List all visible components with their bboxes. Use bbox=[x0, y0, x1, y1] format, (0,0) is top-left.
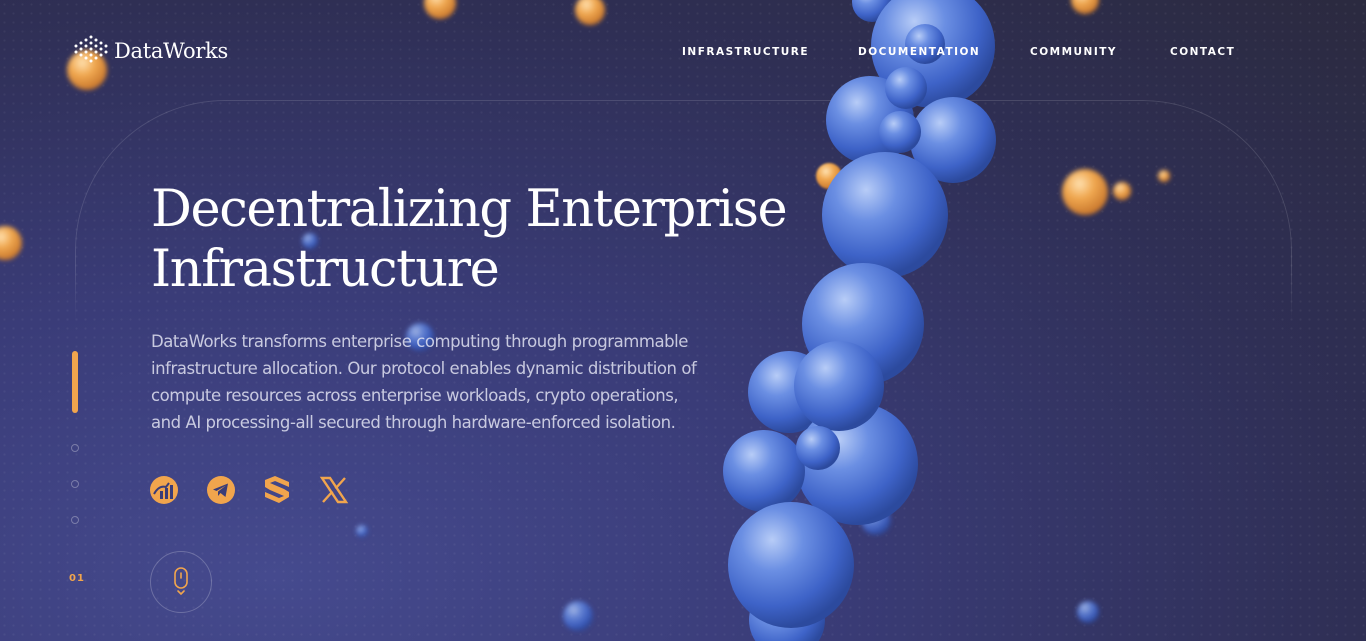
x-icon[interactable] bbox=[319, 475, 349, 505]
sphere-artwork bbox=[0, 0, 1170, 641]
scroll-down-button[interactable] bbox=[150, 551, 212, 613]
nav-item-documentation[interactable]: DOCUMENTATION bbox=[858, 46, 980, 58]
exchange-logo-icon[interactable] bbox=[262, 475, 292, 505]
nav-item-community[interactable]: COMMUNITY bbox=[1030, 46, 1117, 58]
pager-dot[interactable] bbox=[71, 480, 79, 488]
hero-title-line1: Decentralizing Enterprise bbox=[151, 180, 788, 239]
telegram-icon[interactable] bbox=[206, 475, 236, 505]
hero-title: Decentralizing Enterprise Infrastructure bbox=[151, 180, 831, 300]
pager-current-number: 01 bbox=[69, 573, 85, 584]
pager-dot[interactable] bbox=[71, 444, 79, 452]
mouse-scroll-icon bbox=[174, 567, 188, 596]
slide-progress-bar bbox=[72, 351, 78, 413]
main-nav: INFRASTRUCTURE DOCUMENTATION COMMUNITY C… bbox=[0, 46, 1366, 62]
hero-title-line2: Infrastructure bbox=[151, 240, 500, 299]
social-links bbox=[149, 475, 359, 507]
dot-pattern bbox=[0, 0, 1366, 641]
nav-item-infrastructure[interactable]: INFRASTRUCTURE bbox=[682, 46, 809, 58]
nav-item-contact[interactable]: CONTACT bbox=[1170, 46, 1235, 58]
chart-icon[interactable] bbox=[149, 475, 179, 505]
hero-description: DataWorks transforms enterprise computin… bbox=[151, 332, 697, 432]
pager-dot[interactable] bbox=[71, 516, 79, 524]
